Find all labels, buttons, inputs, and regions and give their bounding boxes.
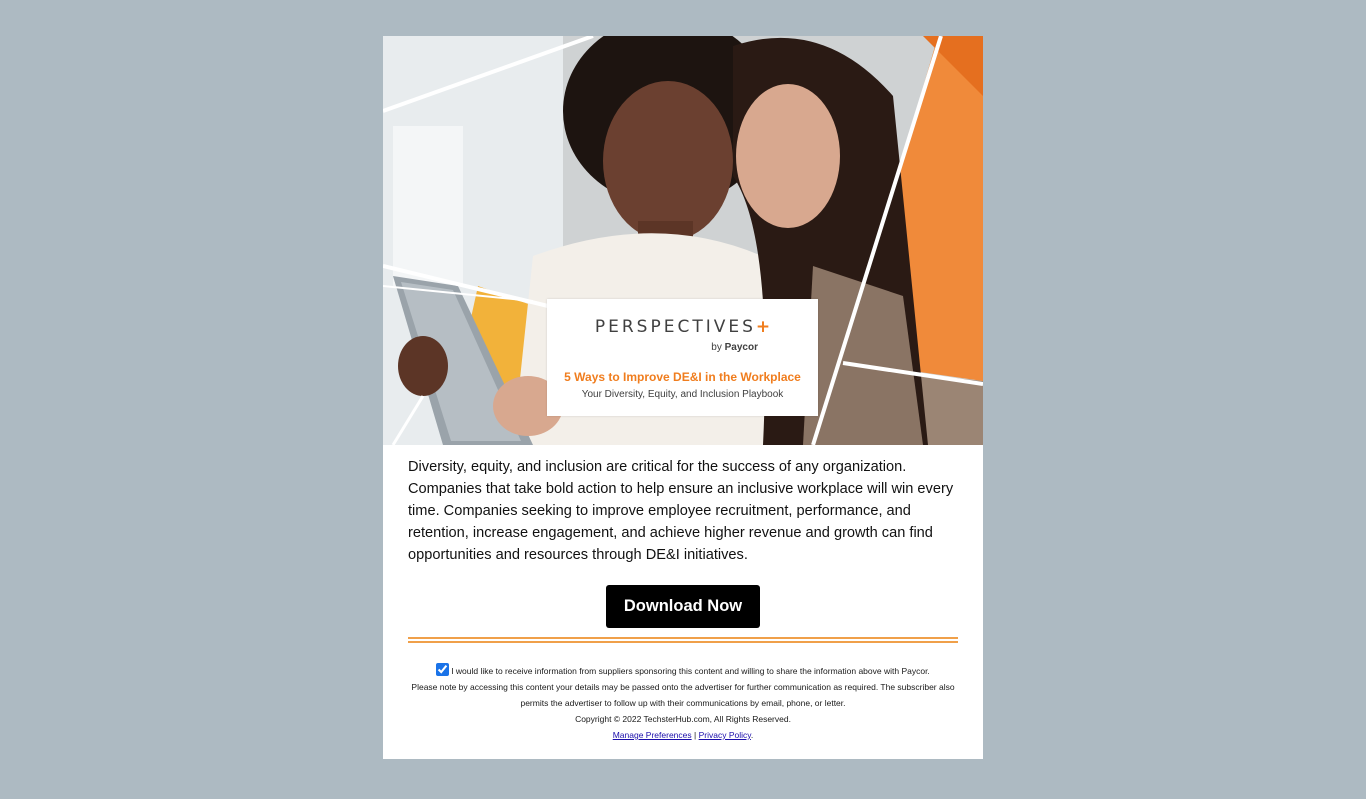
notice-line-1: Please note by accessing this content yo… <box>411 682 955 692</box>
download-now-button[interactable]: Download Now <box>606 585 760 628</box>
copyright-text: Copyright © 2022 TechsterHub.com, All Ri… <box>575 714 791 724</box>
consent-row: I would like to receive information from… <box>383 663 983 679</box>
book-brand-main: PERSPECTIVES <box>594 317 756 337</box>
privacy-policy-link[interactable]: Privacy Policy <box>699 730 751 740</box>
book-byline: by Paycor <box>711 342 758 353</box>
hero-image: PERSPECTIVES+ by Paycor 5 Ways to Improv… <box>383 36 983 445</box>
book-brand: PERSPECTIVES+ <box>547 317 818 337</box>
notice-line-2: permits the advertiser to follow up with… <box>520 698 846 708</box>
divider-bottom <box>408 641 958 643</box>
book-brand-plus: + <box>755 317 771 337</box>
book-subtitle: Your Diversity, Equity, and Inclusion Pl… <box>581 389 784 400</box>
divider-top <box>408 637 958 639</box>
trailing-period: . <box>750 730 754 740</box>
link-separator: | <box>694 730 697 740</box>
playbook-cover: PERSPECTIVES+ by Paycor 5 Ways to Improv… <box>547 299 818 416</box>
book-title: 5 Ways to Improve DE&I in the Workplace <box>564 370 801 384</box>
book-byline-by: by <box>711 342 722 353</box>
legal-footer: I would like to receive information from… <box>383 663 983 743</box>
email-card: PERSPECTIVES+ by Paycor 5 Ways to Improv… <box>383 36 983 759</box>
book-byline-company: Paycor <box>724 342 758 353</box>
consent-checkbox[interactable] <box>436 663 450 676</box>
footer-links: Manage Preferences | Privacy Policy. <box>383 727 983 743</box>
body-paragraph: Diversity, equity, and inclusion are cri… <box>408 459 954 563</box>
consent-text: I would like to receive information from… <box>451 666 930 676</box>
manage-preferences-link[interactable]: Manage Preferences <box>613 730 692 740</box>
